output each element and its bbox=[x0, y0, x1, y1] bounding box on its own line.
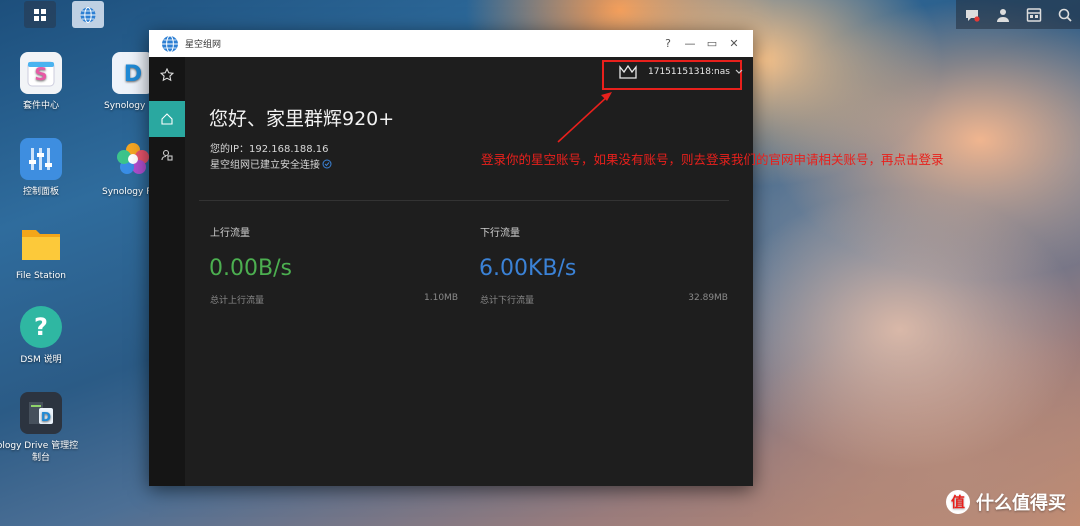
desktop-icon-drive-admin[interactable]: D ynology Drive 管理控 制台 bbox=[0, 392, 86, 464]
chevron-down-icon bbox=[735, 69, 743, 74]
desktop-icon-label: DSM 说明 bbox=[20, 355, 62, 365]
desktop-icon-label: 控制面板 bbox=[22, 187, 59, 197]
sidebar-item-favorites[interactable] bbox=[149, 57, 185, 93]
synology-drive-icon: D bbox=[112, 52, 154, 94]
greeting-title: 您好、家里群辉920+ bbox=[209, 108, 395, 130]
download-label: 下行流量 bbox=[480, 228, 520, 239]
window-sidebar bbox=[149, 57, 185, 486]
user-icon[interactable] bbox=[993, 5, 1013, 25]
desktop-icon-label: 制台 bbox=[31, 453, 50, 463]
package-center-icon: S bbox=[20, 52, 62, 94]
ip-address-text: 您的IP：192.168.188.16 bbox=[210, 144, 329, 155]
help-icon: ? bbox=[20, 306, 62, 348]
star-icon bbox=[160, 68, 174, 82]
window-titlebar[interactable]: 星空组网 ? — ▭ ✕ bbox=[149, 30, 753, 57]
upload-total-value: 1.10MB bbox=[424, 293, 458, 303]
taskbar-app-network[interactable] bbox=[72, 1, 104, 28]
devices-icon bbox=[161, 149, 173, 161]
taskbar bbox=[0, 0, 1080, 29]
secure-connection-status: 星空组网已建立安全连接 bbox=[210, 156, 332, 171]
download-rate: 6.00KB/s bbox=[479, 256, 577, 281]
desktop-icon-package-center[interactable]: S 套件中心 bbox=[0, 52, 86, 112]
section-divider bbox=[199, 200, 729, 201]
crown-icon bbox=[619, 64, 637, 79]
upload-label: 上行流量 bbox=[210, 228, 250, 239]
desktop-icon-label: ynology Drive 管理控 bbox=[0, 441, 79, 451]
check-circle-icon bbox=[322, 159, 332, 168]
account-label: 17151151318:nas bbox=[648, 67, 730, 77]
main-menu-button[interactable] bbox=[24, 1, 56, 28]
notification-icon[interactable] bbox=[962, 5, 982, 25]
globe-icon bbox=[80, 6, 96, 23]
widgets-icon[interactable] bbox=[1024, 5, 1044, 25]
window-title: 星空组网 bbox=[185, 40, 222, 50]
watermark: 值 什么值得买 bbox=[946, 489, 1066, 515]
maximize-button[interactable]: ▭ bbox=[701, 37, 723, 50]
svg-text:D: D bbox=[124, 62, 142, 87]
close-button[interactable]: ✕ bbox=[723, 37, 745, 50]
system-tray bbox=[956, 0, 1080, 29]
sidebar-item-devices[interactable] bbox=[149, 137, 185, 173]
desktop-icon-control-panel[interactable]: 控制面板 bbox=[0, 138, 86, 198]
download-total-label: 总计下行流量 bbox=[480, 296, 535, 306]
watermark-text: 什么值得买 bbox=[976, 493, 1066, 514]
svg-text:D: D bbox=[41, 410, 51, 424]
sidebar-item-home[interactable] bbox=[149, 101, 185, 137]
desktop-icon-dsm-help[interactable]: ? DSM 说明 bbox=[0, 306, 86, 366]
search-icon[interactable] bbox=[1055, 5, 1075, 25]
desktop-icon-label: 套件中心 bbox=[22, 101, 59, 111]
upload-rate: 0.00B/s bbox=[209, 256, 292, 281]
drive-admin-console-icon: D bbox=[20, 392, 62, 434]
desktop-icon-file-station[interactable]: File Station bbox=[0, 222, 86, 282]
watermark-logo-icon: 值 bbox=[946, 490, 970, 514]
control-panel-icon bbox=[20, 138, 62, 180]
minimize-button[interactable]: — bbox=[679, 37, 701, 50]
folder-icon bbox=[20, 222, 62, 264]
home-icon bbox=[161, 113, 173, 125]
annotation-arrow bbox=[557, 92, 612, 143]
synology-photos-icon bbox=[112, 138, 154, 180]
account-dropdown[interactable]: 17151151318:nas bbox=[618, 64, 744, 80]
annotation-text: 登录你的星空账号，如果没有账号，则去登录我们的官网申请相关账号，再点击登录 bbox=[481, 152, 944, 167]
desktop-icon-label: File Station bbox=[16, 271, 66, 281]
upload-total-label: 总计上行流量 bbox=[210, 296, 265, 306]
grid-icon bbox=[34, 8, 46, 21]
download-total-value: 32.89MB bbox=[688, 293, 728, 303]
app-logo-icon bbox=[162, 35, 178, 52]
help-button[interactable]: ? bbox=[657, 37, 679, 50]
svg-text:S: S bbox=[35, 64, 48, 85]
secure-connection-text: 星空组网已建立安全连接 bbox=[210, 160, 320, 171]
